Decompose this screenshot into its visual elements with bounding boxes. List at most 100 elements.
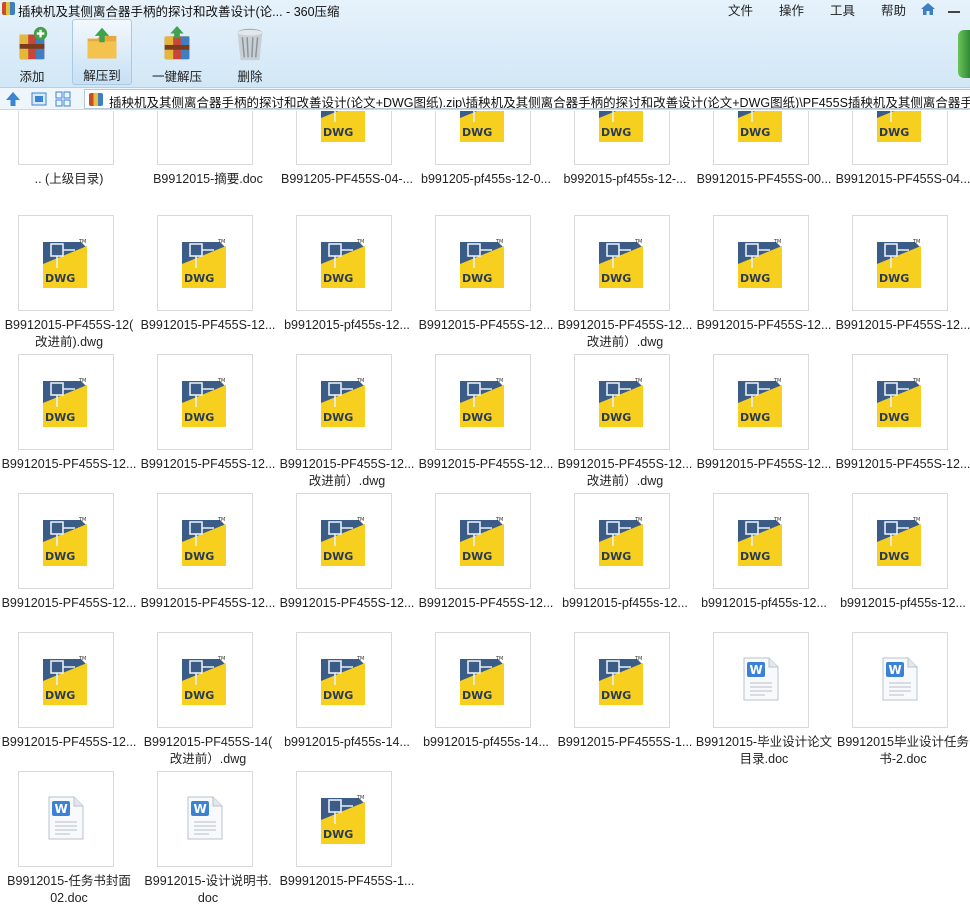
file-thumbnail: DWGTM (157, 632, 253, 728)
dwg-file-icon: DWGTM (182, 517, 226, 566)
file-thumbnail: DWGTM (713, 354, 809, 450)
file-item[interactable]: DWG TM B9912015-PF455S-12... 改进前）.dwg (556, 354, 694, 489)
svg-text:TM: TM (634, 517, 642, 523)
dwg-file-icon: DWGTM (877, 517, 921, 566)
file-item[interactable]: W B9912015-毕业设计论文 目录.doc (695, 632, 833, 767)
file-item[interactable]: DWG TM B9912015-PF455S-12... (139, 354, 277, 489)
file-item[interactable]: W B9912015毕业设计任务 书-2.doc (834, 632, 970, 767)
dwg-file-icon: DWGTM (738, 378, 782, 427)
file-item[interactable]: W B9912015-任务书封面 02.doc (0, 771, 138, 906)
file-item[interactable]: DWG TM B9912015-PF455S-12... (417, 215, 555, 350)
file-item[interactable]: DWG TM b9912015-pf455s-14... (417, 632, 555, 767)
file-thumbnail: DWGTM (296, 632, 392, 728)
window-title: 插秧机及其侧离合器手柄的探讨和改善设计(论... - 360压缩 (18, 5, 340, 19)
file-name: B9912015-PF4555S-1... (557, 735, 693, 749)
file-item[interactable]: DWG TM b9912015-pf455s-12... (695, 493, 833, 628)
file-thumbnail: DWGTM (296, 215, 392, 311)
extract-to-label: 解压到 (83, 69, 121, 83)
word-doc-icon: W (882, 657, 918, 701)
home-icon[interactable] (920, 2, 936, 16)
file-item[interactable]: DWG TM B9912015-PF455S-12... (417, 493, 555, 628)
extract-to-icon (87, 27, 117, 59)
file-item[interactable]: DWG TM B9912015-PF455S-12... 改进前）.dwg (556, 215, 694, 350)
file-thumbnail: W (852, 632, 948, 728)
file-item[interactable]: DWG TM B9912015-PF455S-12... (278, 493, 416, 628)
svg-text:DWG: DWG (45, 272, 75, 285)
file-item[interactable]: DWG TM B9912015-PF455S-12... (0, 354, 138, 489)
file-item[interactable]: DWGTM b991205-pf455s-12-0... (417, 111, 555, 204)
svg-text:TM: TM (495, 239, 503, 245)
file-item[interactable]: DWG TM B9912015-PF455S-12... (695, 215, 833, 350)
svg-text:DWG: DWG (879, 411, 909, 424)
title-bar: 插秧机及其侧离合器手柄的探讨和改善设计(论... - 360压缩 文件 操作 工… (0, 0, 970, 19)
file-name: B9912015-毕业设计论文 目录.doc (695, 735, 833, 766)
svg-text:W: W (55, 802, 68, 816)
file-item[interactable]: DWG TM b9912015-pf455s-12... (278, 215, 416, 350)
file-item[interactable]: DWGTM B9912015-PF455S-00... (695, 111, 833, 204)
one-click-extract-button[interactable]: 一键解压 (140, 19, 214, 85)
file-item[interactable]: DWG TM B9912015-PF455S-12... (0, 493, 138, 628)
file-item[interactable]: DWGTM b992015-pf455s-12-... (556, 111, 694, 204)
svg-text:TM: TM (78, 656, 86, 662)
file-item[interactable]: B9912015-摘要.doc (139, 111, 277, 204)
file-item[interactable]: DWG TM B9912015-PF4555S-1... (556, 632, 694, 767)
file-name: b9912015-pf455s-14... (284, 735, 410, 749)
up-arrow-icon[interactable] (5, 91, 21, 107)
file-thumbnail: DWGTM (435, 493, 531, 589)
menu-help[interactable]: 帮助 (881, 0, 906, 19)
file-item[interactable]: DWG TM B99912015-PF455S-1... (278, 771, 416, 906)
file-item[interactable]: DWGTM B9912015-PF455S-04... (834, 111, 970, 204)
file-name: b9912015-pf455s-12... (840, 596, 966, 610)
file-thumbnail: DWGTM (435, 354, 531, 450)
file-item[interactable]: DWG TM B9912015-PF455S-14( 改进前）.dwg (139, 632, 277, 767)
file-name: B9912015-PF455S-12... (140, 318, 276, 332)
file-item[interactable]: DWG TM b9912015-pf455s-12... (556, 493, 694, 628)
svg-text:DWG: DWG (184, 411, 214, 424)
dwg-file-icon: DWGTM (321, 795, 365, 844)
parent-folder-item[interactable]: .. (上级目录) (0, 111, 138, 204)
list-view-icon[interactable] (55, 91, 71, 107)
file-item[interactable]: DWG TM B9912015-PF455S-12... (834, 215, 970, 350)
menu-file[interactable]: 文件 (728, 0, 753, 19)
svg-text:DWG: DWG (740, 550, 770, 563)
file-item[interactable]: DWG TM B9912015-PF455S-12... (695, 354, 833, 489)
svg-text:DWG: DWG (184, 550, 214, 563)
file-thumbnail: DWGTM (296, 111, 392, 165)
dwg-file-icon: DWGTM (321, 517, 365, 566)
dwg-file-icon: DWGTM (738, 111, 782, 142)
large-icons-view-icon[interactable] (31, 91, 47, 107)
svg-text:DWG: DWG (462, 550, 492, 563)
add-button[interactable]: 添加 (0, 19, 64, 85)
file-item[interactable]: DWG TM b9912015-pf455s-14... (278, 632, 416, 767)
app-logo-icon (2, 2, 15, 15)
file-item[interactable]: DWG TM B9912015-PF455S-12... (139, 215, 277, 350)
file-item[interactable]: DWGTM B991205-PF455S-04-... (278, 111, 416, 204)
file-item[interactable]: DWG TM B9912015-PF455S-12... (0, 632, 138, 767)
svg-text:DWG: DWG (601, 272, 631, 285)
file-item[interactable]: DWG TM B9912015-PF455S-12( 改进前).dwg (0, 215, 138, 350)
file-item[interactable]: DWG TM B9912015-PF455S-12... (139, 493, 277, 628)
delete-button[interactable]: 删除 (222, 19, 278, 85)
file-item[interactable]: DWG TM B9912015-PF455S-12... (417, 354, 555, 489)
toolbar: 添加 解压到 一键解压 删除 (0, 19, 278, 85)
dwg-file-icon: DWGTM (460, 111, 504, 142)
svg-text:DWG: DWG (601, 411, 631, 424)
file-item[interactable]: DWG TM b9912015-pf455s-12... (834, 493, 970, 628)
file-thumbnail: DWGTM (157, 493, 253, 589)
file-item[interactable]: DWG TM B9912015-PF455S-12... (834, 354, 970, 489)
minimize-icon[interactable] (948, 11, 960, 13)
svg-text:TM: TM (356, 656, 364, 662)
extract-to-button[interactable]: 解压到 (72, 19, 132, 85)
file-item[interactable]: DWG TM B9912015-PF455S-12... 改进前）.dwg (278, 354, 416, 489)
address-field[interactable]: 插秧机及其侧离合器手柄的探讨和改善设计(论文+DWG图纸).zip\插秧机及其侧… (84, 89, 970, 109)
file-name: B9912015-PF455S-04... (835, 172, 970, 186)
menu-tools[interactable]: 工具 (830, 0, 855, 19)
svg-text:TM: TM (356, 378, 364, 384)
file-item[interactable]: W B9912015-设计说明书. doc (139, 771, 277, 906)
dwg-file-icon: DWGTM (43, 517, 87, 566)
file-thumbnail: DWGTM (296, 771, 392, 867)
dwg-file-icon: DWGTM (460, 517, 504, 566)
svg-text:DWG: DWG (879, 126, 909, 139)
file-name: B9912015-PF455S-12... (1, 735, 137, 749)
menu-operation[interactable]: 操作 (779, 0, 804, 19)
